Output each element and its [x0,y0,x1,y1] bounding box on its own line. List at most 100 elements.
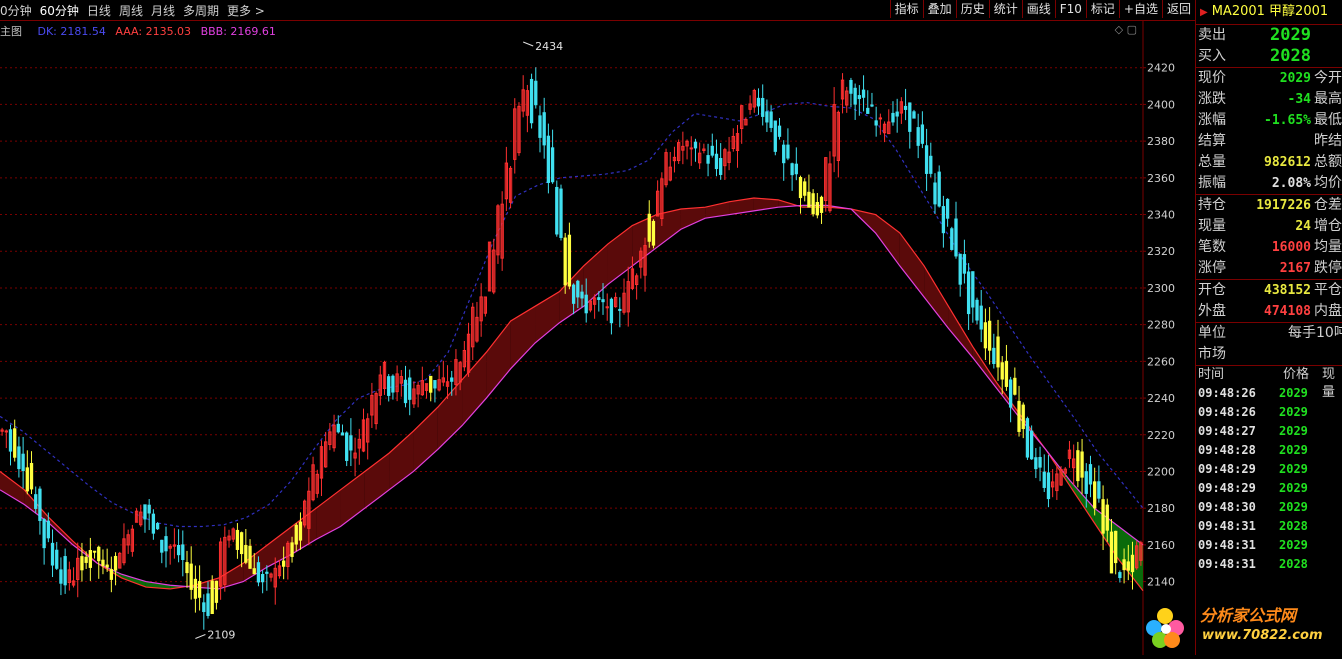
band-segment [510,306,536,369]
candle-body [693,141,698,149]
low-marker-label: 2109 [207,628,235,641]
period-tab-6[interactable]: 更多 > [227,4,265,18]
tick-row: 09:48:29 2029 [1196,460,1342,479]
candle-body [546,135,551,183]
tick-price: 2028 [1279,519,1308,533]
candle-body [786,144,790,159]
candle-body [874,120,878,126]
quote-row-label: 开仓 [1198,282,1226,298]
candle-body [244,545,248,563]
candle-body [252,568,256,575]
quote-row-label: 笔数 [1198,239,1226,255]
quote-row: 总量 982612 总额 [1196,152,1342,173]
candle-body [265,571,269,574]
toolbar-button-3[interactable]: 统计 [988,0,1022,18]
tick-time: 09:48:29 [1198,481,1256,495]
candle-body [920,124,925,144]
period-tab-3[interactable]: 周线 [119,4,143,18]
toolbar-button-5[interactable]: F10 [1054,0,1086,18]
dropdown-arrow-icon[interactable]: ▶ [1200,7,1208,18]
candle-body [1093,481,1097,509]
candle-body [193,578,198,599]
candle-body [239,532,244,555]
quote-row-value: 2167 [1279,261,1311,276]
toolbar-button-0[interactable]: 指标 [889,0,923,18]
candlestick-chart[interactable]: 2420 2400 2380 2360 2340 2320 2300 2280 2260 2240… [0,20,1195,655]
candle-body [714,153,719,170]
period-tab-4[interactable]: 月线 [151,4,175,18]
candle-body [756,97,761,107]
candle-body [975,299,979,321]
band-segment [924,265,949,329]
quote-block-2: 持仓 1917226 仓差 现量 24 增仓 笔数 16000 均量 涨停 2167 跌停 [1196,195,1342,280]
chart-legend: 主图 DK: 2181.54 AAA: 2135.03 BBB: 2169.61 [0,23,276,39]
ticks-list[interactable]: 09:48:26 2029 09:48:26 2029 09:48:27 2029 09:4… [1196,384,1342,574]
candle-body [542,112,546,146]
candle-body [1076,450,1080,482]
period-tab-2[interactable]: 日线 [87,4,111,18]
quote-block-3: 开仓 438152 平仓 外盘 474108 内盘 [1196,280,1342,323]
candle-body [794,163,798,175]
candle-body [13,428,17,458]
quote-header[interactable]: ▶ MA2001 甲醇2001 [1196,0,1342,25]
period-tab-1[interactable]: 60分钟 [40,4,79,18]
tick-time: 09:48:29 [1198,462,1256,476]
bbb-line [0,204,1144,590]
toolbar-button-8[interactable]: 返回 [1161,0,1195,18]
candle-body [908,102,912,132]
candle-body [807,191,811,208]
toolbar-button-7[interactable]: +自选 [1118,0,1162,18]
period-tab-5[interactable]: 多周期 [183,4,219,18]
candle-body [1017,400,1021,432]
flower-logo-icon [1146,608,1184,648]
candle-body [651,220,656,246]
toolbar-button-6[interactable]: 标记 [1085,0,1119,18]
candle-body [281,560,286,567]
y-axis-tick-label: 2360 [1147,172,1175,185]
quote-row-value: 2.08% [1271,176,1311,191]
y-axis-tick-label: 2240 [1147,392,1175,405]
candle-body [769,111,773,128]
toolbar-button-4[interactable]: 画线 [1021,0,1055,18]
candle-body [25,467,29,492]
quote-row-label: 外盘 [1198,303,1226,319]
candle-body [761,97,765,117]
quote-row: 涨停 2167 跌停 [1196,258,1342,280]
candle-body [143,504,147,520]
chart-controls[interactable]: ◇ ▢ [1115,23,1137,36]
toolbar-button-2[interactable]: 历史 [955,0,989,18]
candle-body [563,237,567,286]
y-axis-tick-label: 2180 [1147,502,1175,515]
quote-row-label: 涨跌 [1198,91,1226,107]
legend-bbb: BBB: 2169.61 [200,25,276,38]
period-tab-0[interactable]: 0分钟 [0,4,32,18]
candle-body [803,181,807,196]
candle-body [1025,418,1030,458]
candle-body [155,523,160,530]
candle-body [298,521,303,541]
candle-body [84,556,88,563]
quote-row-label-2: 内盘 [1314,303,1342,319]
toolbar-button-1[interactable]: 叠加 [922,0,956,18]
main-chart-panel[interactable]: 2420 2400 2380 2360 2340 2320 2300 2280 2260 2240… [0,20,1195,655]
quote-row-label: 总量 [1198,154,1226,170]
y-axis-tick-label: 2420 [1147,62,1175,75]
candle-body [559,188,563,238]
candle-body [941,206,946,234]
quote-row: 结算 昨结 [1196,131,1342,152]
band-segment [437,379,463,450]
top-toolbar: 0分钟 60分钟 日线 周线 月线 多周期 更多 > 指标 叠加 历史 统计 画线 F10 标记 +自选返… [0,0,1195,21]
quote-row: 笔数 16000 均量 [1196,237,1342,258]
candle-body [601,299,605,303]
candle-body [773,120,777,152]
candle-body [950,228,954,250]
candle-body [80,556,84,571]
candle-body [550,147,555,183]
candle-body [618,308,622,311]
candle-body [1126,561,1130,571]
candle-body [88,550,93,568]
candle-body [17,446,21,470]
candle-body [861,89,866,98]
candle-body [891,112,895,123]
candle-body [933,182,937,205]
